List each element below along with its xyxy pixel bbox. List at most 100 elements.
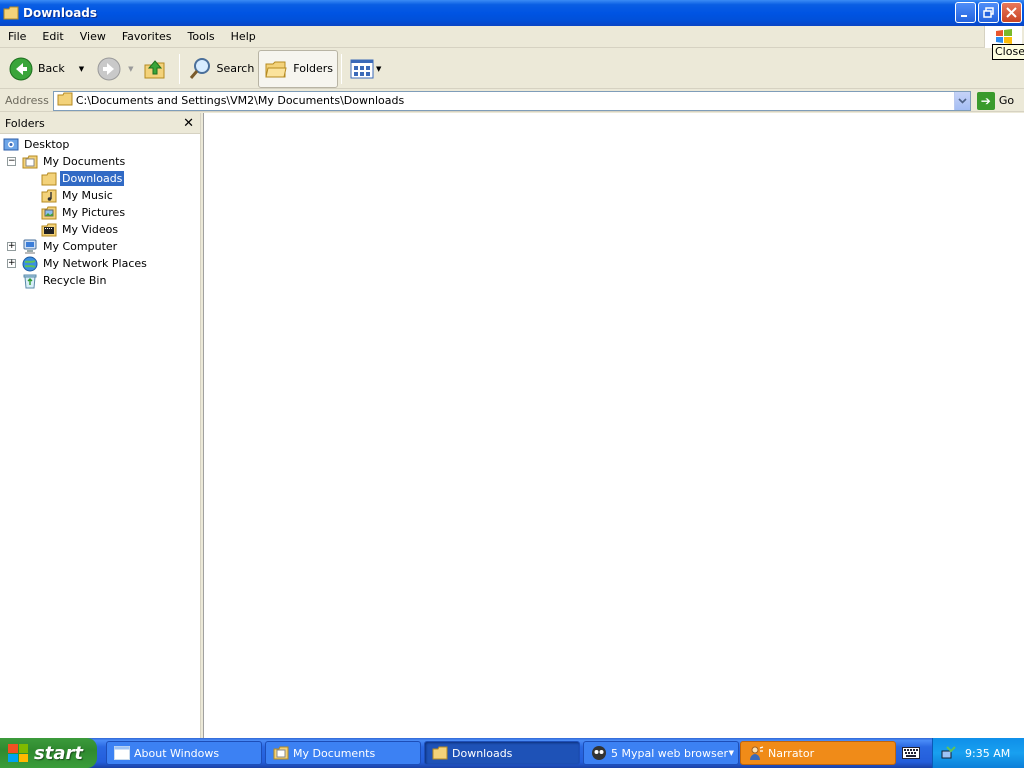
menu-tools[interactable]: Tools [180,27,223,47]
taskbar-item-label: Narrator [768,746,815,760]
chevron-down-icon[interactable]: ▼ [376,65,381,73]
close-icon [1006,7,1017,18]
start-button[interactable]: start [0,738,97,768]
my-documents-icon [273,745,289,761]
back-button[interactable]: Back ▼ [4,51,88,87]
taskbar-item-narrator[interactable]: Narrator [740,741,896,765]
up-folder-button[interactable] [138,51,176,87]
toolbar-separator [178,53,180,84]
menu-file[interactable]: File [0,27,34,47]
taskbar-item-my-documents[interactable]: My Documents [265,741,421,765]
menu-favorites[interactable]: Favorites [114,27,180,47]
narrator-icon [748,745,764,761]
clock[interactable]: 9:35 AM [965,747,1010,760]
toolbar: Back ▼ ▼ Search Folders ▼ [0,49,1024,89]
expand-toggle[interactable]: + [7,259,16,268]
folder-icon [3,6,19,20]
desktop-icon [3,137,19,153]
tree-item-desktop[interactable]: Desktop [3,136,71,153]
back-label: Back [38,62,65,75]
folder-tree: Desktop − My Documents Downloads My Musi… [0,134,200,288]
go-label: Go [998,94,1015,107]
network-icon [22,256,38,272]
tree-item-my-network-places[interactable]: My Network Places [22,255,149,272]
window-title: Downloads [23,6,98,20]
address-dropdown-button[interactable] [953,91,970,110]
menu-help[interactable]: Help [223,27,264,47]
address-bar: Address C:\Documents and Settings\VM2\My… [0,90,1024,112]
folders-icon [263,56,289,82]
recycle-bin-icon [22,273,38,289]
tree-item-label: Desktop [24,138,70,151]
folders-pane-header: Folders ✕ [0,113,200,134]
go-button[interactable]: ➔ Go [976,91,1015,110]
folders-pane: Folders ✕ Desktop − My Documents Downloa… [0,113,201,738]
close-tooltip: Close [992,44,1024,60]
tree-item-my-videos[interactable]: My Videos [41,221,120,238]
file-list-view[interactable] [203,113,1024,738]
taskbar-item-about-windows[interactable]: About Windows [106,741,262,765]
collapse-toggle[interactable]: − [7,157,16,166]
menu-bar: File Edit View Favorites Tools Help [0,26,1024,48]
tree-item-my-pictures[interactable]: My Pictures [41,204,127,221]
forward-button[interactable]: ▼ [92,51,137,87]
system-tray: 9:35 AM [932,738,1024,768]
network-status-icon[interactable] [941,745,957,761]
search-icon [187,56,213,82]
taskbar-item-label: About Windows [134,746,220,760]
chevron-down-icon[interactable]: ▼ [128,65,133,73]
taskbar-item-label: My Documents [293,746,376,760]
tree-item-recycle-bin[interactable]: Recycle Bin [22,272,108,289]
tree-item-my-music[interactable]: My Music [41,187,115,204]
views-icon [349,56,375,82]
taskbar-item-mypal[interactable]: 5 Mypal web browser ▼ [583,741,739,765]
minimize-icon [961,15,967,17]
computer-icon [22,239,38,255]
tree-item-label: Downloads [60,171,125,186]
expand-toggle[interactable]: + [7,242,16,251]
title-bar[interactable]: Downloads [0,0,1024,26]
start-label: start [34,742,83,764]
search-button[interactable]: Search [183,51,259,87]
tree-item-my-documents[interactable]: My Documents [22,153,127,170]
go-arrow-icon: ➔ [976,91,995,110]
forward-arrow-icon [96,56,122,82]
up-folder-icon [142,56,168,82]
minimize-button[interactable] [955,2,976,23]
browser-icon [591,745,607,761]
tree-item-label: My Pictures [62,206,126,219]
folders-button[interactable]: Folders [258,49,339,88]
pictures-folder-icon [41,205,57,221]
restore-icon [983,7,994,18]
chevron-down-icon[interactable]: ▼ [79,65,84,73]
menu-view[interactable]: View [72,27,114,47]
views-button[interactable]: ▼ [345,51,385,87]
taskbar-item-label: 5 Mypal web browser [611,746,729,760]
taskbar-item-downloads[interactable]: Downloads [424,741,580,765]
my-documents-icon [22,154,38,170]
toolbar-separator [341,53,343,84]
tree-item-downloads[interactable]: Downloads [41,170,125,187]
windows-logo-icon [8,744,28,762]
address-input[interactable]: C:\Documents and Settings\VM2\My Documen… [52,90,971,111]
window-icon [114,745,130,761]
tree-item-label: My Videos [62,223,119,236]
tree-item-label: My Documents [43,155,126,168]
keyboard-icon[interactable] [898,745,924,761]
tree-item-label: My Network Places [43,257,147,270]
address-value: C:\Documents and Settings\VM2\My Documen… [75,94,405,107]
close-button[interactable] [1001,2,1022,23]
tree-item-my-computer[interactable]: My Computer [22,238,119,255]
folder-icon [57,92,73,109]
folder-icon [41,171,57,187]
taskbar: start About Windows My Documents Downloa… [0,738,1024,768]
videos-folder-icon [41,222,57,238]
close-icon[interactable]: ✕ [183,116,194,131]
menu-edit[interactable]: Edit [34,27,71,47]
tree-item-label: Recycle Bin [43,274,107,287]
tree-item-label: My Computer [43,240,118,253]
folders-label: Folders [293,62,334,75]
chevron-down-icon: ▼ [728,749,734,757]
folder-icon [432,745,448,761]
restore-button[interactable] [978,2,999,23]
